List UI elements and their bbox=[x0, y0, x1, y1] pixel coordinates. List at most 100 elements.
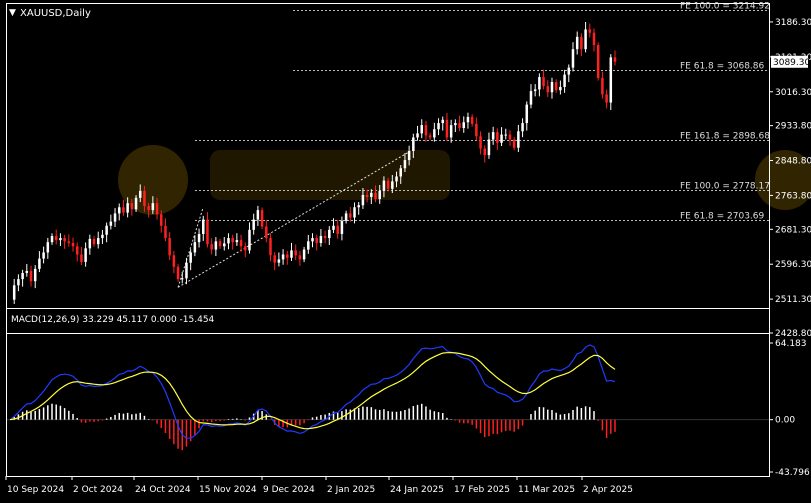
candle-body bbox=[370, 192, 373, 197]
candle-body bbox=[290, 250, 293, 258]
candle-body bbox=[168, 238, 171, 256]
candle-body bbox=[294, 250, 297, 256]
y-tick-label: 2511.30 bbox=[775, 295, 811, 305]
candle-body bbox=[521, 123, 524, 132]
candle-body bbox=[88, 238, 92, 249]
candle-body bbox=[17, 279, 20, 286]
candle-body bbox=[542, 77, 545, 87]
candle-body bbox=[286, 254, 289, 258]
candle-body bbox=[185, 262, 188, 279]
candle-body bbox=[567, 67, 571, 75]
candle-body bbox=[462, 122, 466, 129]
candle-body bbox=[239, 240, 243, 247]
candle-body bbox=[21, 272, 24, 280]
candle-body bbox=[470, 116, 474, 124]
candle-body bbox=[508, 134, 512, 140]
candle-body bbox=[155, 203, 159, 215]
candle-body bbox=[466, 116, 470, 123]
candle-body bbox=[449, 125, 453, 138]
candle-body bbox=[96, 238, 100, 245]
candle-body bbox=[500, 134, 503, 143]
candle-body bbox=[386, 180, 390, 189]
x-tick-label: 15 Nov 2024 bbox=[199, 485, 257, 495]
candle-body bbox=[613, 57, 617, 62]
candle-body bbox=[349, 213, 352, 218]
watermark-bar bbox=[210, 150, 450, 200]
x-tick-label: 24 Jan 2025 bbox=[390, 485, 444, 495]
candle-body bbox=[67, 241, 71, 243]
fib-label-3: FE 100.0 = 2778.17 bbox=[680, 182, 770, 192]
y-tick-label: 3016.30 bbox=[775, 88, 811, 98]
candle-body bbox=[378, 190, 381, 200]
macd-label: MACD(12,26,9) 33.229 45.117 0.000 -15.45… bbox=[11, 315, 215, 325]
candle-body bbox=[273, 255, 276, 263]
candle-body bbox=[496, 132, 499, 143]
x-tick-label: 11 Mar 2025 bbox=[518, 485, 575, 495]
candle-body bbox=[143, 190, 146, 207]
candle-body bbox=[458, 123, 461, 129]
candle-body bbox=[428, 135, 432, 138]
candle-body bbox=[50, 236, 54, 243]
x-tick-label: 2 Apr 2025 bbox=[583, 485, 633, 495]
candle-body bbox=[281, 254, 285, 260]
candle-body bbox=[138, 190, 142, 198]
candle-body bbox=[479, 136, 482, 149]
candle-body bbox=[437, 123, 440, 130]
candle-body bbox=[277, 259, 281, 263]
candle-body bbox=[487, 139, 491, 156]
candle-body bbox=[248, 229, 251, 251]
candle-body bbox=[584, 29, 587, 50]
candle-body bbox=[71, 242, 75, 247]
candle-body bbox=[580, 36, 583, 50]
candle-body bbox=[571, 49, 575, 68]
candle-body bbox=[206, 219, 209, 245]
candle-body bbox=[554, 82, 558, 91]
candle-body bbox=[193, 242, 197, 253]
macd-y-tick-label: 64.183 bbox=[775, 339, 807, 349]
x-tick-label: 2 Oct 2024 bbox=[73, 485, 123, 495]
candle-body bbox=[483, 148, 487, 156]
candle-body bbox=[416, 133, 419, 138]
x-tick-label: 2 Jan 2025 bbox=[327, 485, 375, 495]
candle-body bbox=[214, 241, 218, 250]
y-tick-label: 2933.80 bbox=[775, 122, 811, 132]
y-tick-label: 2596.30 bbox=[775, 260, 811, 270]
candle-body bbox=[231, 238, 234, 243]
y-tick-label: 2848.80 bbox=[775, 157, 811, 167]
candle-body bbox=[59, 238, 62, 241]
y-tick-label: 2681.30 bbox=[775, 225, 811, 235]
chart-root: FE 100.0 = 3214.92 FE 61.8 = 3068.86 FE 16… bbox=[0, 0, 811, 499]
candle-body bbox=[180, 278, 184, 280]
candle-body bbox=[340, 220, 344, 234]
candle-body bbox=[454, 123, 457, 126]
candle-body bbox=[134, 197, 138, 210]
y-tick-label: 3186.30 bbox=[775, 18, 811, 28]
x-tick-label: 17 Feb 2025 bbox=[454, 485, 510, 495]
candle-body bbox=[223, 243, 226, 247]
candle-body bbox=[395, 176, 398, 182]
fib-label-2: FE 161.8 = 2898.68 bbox=[680, 132, 770, 142]
candle-body bbox=[433, 129, 436, 138]
candle-body bbox=[399, 168, 402, 177]
chart-svg: FE 100.0 = 3214.92 FE 61.8 = 3068.86 FE 16… bbox=[0, 0, 811, 499]
candle-body bbox=[298, 255, 302, 260]
candle-body bbox=[517, 131, 520, 148]
fib-label-4: FE 61.8 = 2703.69 bbox=[680, 212, 765, 222]
candle-body bbox=[307, 241, 310, 250]
candle-body bbox=[596, 45, 600, 78]
candle-body bbox=[235, 240, 239, 243]
candle-body bbox=[475, 123, 478, 137]
candle-body bbox=[164, 225, 167, 239]
candle-body bbox=[122, 207, 125, 213]
candle-body bbox=[147, 206, 150, 211]
candle-body bbox=[575, 36, 579, 50]
candle-body bbox=[538, 77, 541, 90]
candle-body bbox=[424, 125, 428, 136]
candle-body bbox=[265, 226, 268, 239]
candle-body bbox=[374, 192, 377, 200]
candle-body bbox=[512, 139, 516, 148]
x-tick-label: 24 Oct 2024 bbox=[135, 485, 191, 495]
candle-body bbox=[441, 119, 445, 124]
candle-body bbox=[80, 254, 83, 262]
candle-body bbox=[46, 242, 50, 253]
